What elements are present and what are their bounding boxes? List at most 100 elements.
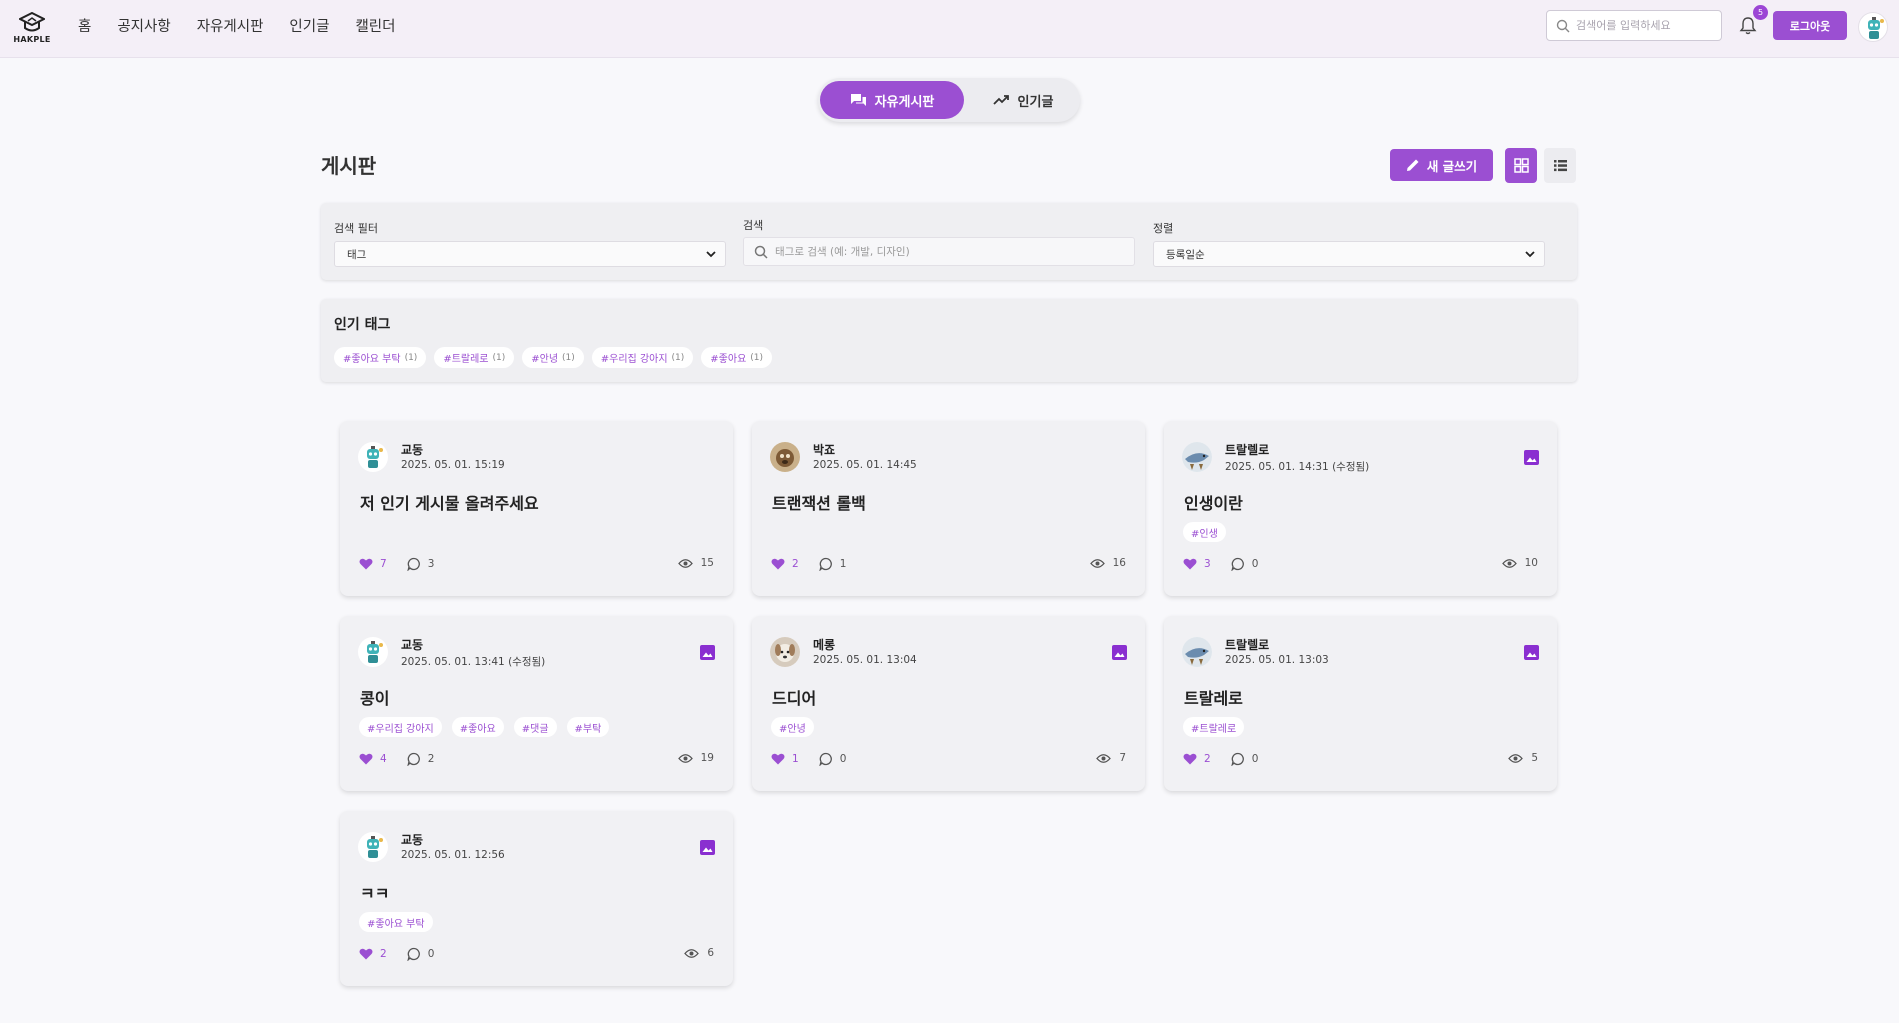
bell-icon[interactable] xyxy=(1738,16,1758,36)
like-button[interactable]: 3 xyxy=(1183,558,1211,570)
comment-count-item[interactable]: 0 xyxy=(819,752,846,766)
author-avatar xyxy=(1182,442,1212,472)
post-card[interactable]: 교동 2025. 05. 01. 13:41 (수정됨) 콩이 #우리집 강아지 #좋아… xyxy=(340,616,733,791)
eye-icon xyxy=(677,753,693,763)
nav-popular[interactable]: 인기글 xyxy=(289,15,329,36)
post-tag[interactable]: #안녕 xyxy=(771,717,814,737)
chat-icon xyxy=(850,93,866,106)
post-tag[interactable]: #댓글 xyxy=(513,717,557,737)
comment-icon xyxy=(407,752,420,766)
board-toggle: 자유게시판 인기글 xyxy=(818,78,1080,122)
post-tag[interactable]: #인생 xyxy=(1183,522,1226,542)
like-button[interactable]: 2 xyxy=(1183,753,1211,765)
post-stats: 73 xyxy=(359,557,448,571)
comment-icon xyxy=(819,557,832,571)
comment-count-item[interactable]: 0 xyxy=(1231,557,1259,571)
like-button[interactable]: 4 xyxy=(359,753,387,765)
post-author: 트랄렐로 xyxy=(1225,443,1270,457)
header-search-box[interactable] xyxy=(1546,10,1722,41)
post-title[interactable]: ㅋㅋ xyxy=(360,880,389,904)
comment-count: 0 xyxy=(427,948,435,960)
grid-view-button[interactable] xyxy=(1505,148,1537,183)
author-avatar xyxy=(1182,637,1212,667)
like-button[interactable]: 2 xyxy=(359,948,387,960)
author-avatar xyxy=(770,637,800,667)
logo-icon xyxy=(19,12,45,32)
new-post-label: 새 글쓰기 xyxy=(1426,158,1478,174)
post-title[interactable]: 저 인기 게시물 올려주세요 xyxy=(360,490,539,514)
view-count: 7 xyxy=(1119,752,1126,764)
post-tag[interactable]: #좋아요 부탁 xyxy=(359,912,433,932)
comment-count: 0 xyxy=(1251,558,1259,570)
tab-free-board[interactable]: 자유게시판 xyxy=(820,81,964,119)
tag-search-placeholder: 태그로 검색 (예: 개발, 디자인) xyxy=(775,246,910,258)
author-avatar xyxy=(358,637,388,667)
tag-search-input[interactable]: 태그로 검색 (예: 개발, 디자인) xyxy=(743,237,1135,266)
post-date: 2025. 05. 01. 13:04 xyxy=(813,654,917,666)
popular-tags-panel: 인기 태그 #좋아요 부탁 (1) #트랄레로 (1) #안녕 (1) #우리집 강아… xyxy=(321,299,1577,382)
comment-count-item[interactable]: 0 xyxy=(1231,752,1258,766)
tab-popular[interactable]: 인기글 xyxy=(968,81,1078,119)
post-card[interactable]: 메롱 2025. 05. 01. 13:04 드디어 #안녕 1 0 7 xyxy=(752,616,1145,791)
post-title[interactable]: 트랜잭션 롤백 xyxy=(772,490,866,514)
hakple-logo[interactable]: HAKPLE xyxy=(13,12,50,46)
nav-home[interactable]: 홈 xyxy=(78,15,91,36)
tag-name: #안녕 xyxy=(531,354,559,365)
comment-count-item[interactable]: 3 xyxy=(407,557,434,571)
post-views: 19 xyxy=(677,752,714,764)
nav-free-board[interactable]: 자유게시판 xyxy=(197,15,264,36)
nav-calendar[interactable]: 캘린더 xyxy=(355,15,395,36)
post-views: 15 xyxy=(677,557,714,569)
post-tag[interactable]: #좋아요 xyxy=(451,717,504,737)
list-view-button[interactable] xyxy=(1544,148,1576,183)
popular-tag[interactable]: #좋아요 (1) xyxy=(701,347,773,368)
header-search-input[interactable] xyxy=(1576,19,1716,32)
popular-tag[interactable]: #안녕 (1) xyxy=(522,347,584,368)
post-tags: #우리집 강아지 #좋아요 #댓글 #부탁 xyxy=(359,717,610,737)
image-icon xyxy=(700,645,715,660)
post-title[interactable]: 콩이 xyxy=(360,685,389,709)
post-tags: #인생 xyxy=(1183,522,1226,542)
like-count: 2 xyxy=(380,948,387,960)
user-avatar[interactable] xyxy=(1858,12,1888,42)
post-title[interactable]: 인생이란 xyxy=(1184,490,1243,514)
post-card[interactable]: 트랄렐로 2025. 05. 01. 13:03 트랄레로 #트랄레로 2 0 5 xyxy=(1164,616,1557,791)
post-card[interactable]: 박죠 2025. 05. 01. 14:45 트랜잭션 롤백 2 1 16 xyxy=(752,421,1145,596)
filter-select[interactable]: 태그 xyxy=(334,241,726,267)
heart-icon xyxy=(1183,753,1197,765)
post-tag[interactable]: #트랄레로 xyxy=(1183,717,1245,737)
comment-count-item[interactable]: 2 xyxy=(407,752,434,766)
post-title[interactable]: 드디어 xyxy=(772,685,816,709)
like-button[interactable]: 1 xyxy=(771,753,799,765)
post-card[interactable]: 교동 2025. 05. 01. 15:19 저 인기 게시물 올려주세요 7 3 15 xyxy=(340,421,733,596)
sort-select[interactable]: 등록일순 xyxy=(1153,241,1545,267)
post-tag[interactable]: #우리집 강아지 xyxy=(359,717,442,737)
popular-tag[interactable]: #좋아요 부탁 (1) xyxy=(334,347,427,368)
popular-tag[interactable]: #트랄레로 (1) xyxy=(434,347,515,368)
eye-icon xyxy=(1501,558,1517,568)
tag-count: (1) xyxy=(404,352,418,363)
post-stats: 21 xyxy=(771,557,860,571)
heart-icon xyxy=(771,558,785,570)
comment-count-item[interactable]: 1 xyxy=(819,557,846,571)
like-button[interactable]: 7 xyxy=(359,558,387,570)
post-author: 교동 xyxy=(401,833,424,847)
post-title[interactable]: 트랄레로 xyxy=(1184,685,1243,709)
comment-count-item[interactable]: 0 xyxy=(407,947,435,961)
heart-icon xyxy=(359,948,373,960)
logout-button[interactable]: 로그아웃 xyxy=(1773,11,1847,40)
image-icon xyxy=(1524,450,1539,465)
post-card[interactable]: 교동 2025. 05. 01. 12:56 ㅋㅋ #좋아요 부탁 2 0 6 xyxy=(340,811,733,986)
post-tag[interactable]: #부탁 xyxy=(566,717,610,737)
post-stats: 20 xyxy=(1183,752,1272,766)
heart-icon xyxy=(1183,558,1197,570)
author-avatar xyxy=(770,442,800,472)
heart-icon xyxy=(359,753,373,765)
post-date: 2025. 05. 01. 14:45 xyxy=(813,459,917,471)
like-button[interactable]: 2 xyxy=(771,558,799,570)
nav-notices[interactable]: 공지사항 xyxy=(117,15,170,36)
post-date: 2025. 05. 01. 13:41 (수정됨) xyxy=(401,656,546,668)
new-post-button[interactable]: 새 글쓰기 xyxy=(1390,149,1493,181)
popular-tag[interactable]: #우리집 강아지 (1) xyxy=(591,347,694,368)
post-card[interactable]: 트랄렐로 2025. 05. 01. 14:31 (수정됨) 인생이란 #인생 3 0 10 xyxy=(1164,421,1557,596)
